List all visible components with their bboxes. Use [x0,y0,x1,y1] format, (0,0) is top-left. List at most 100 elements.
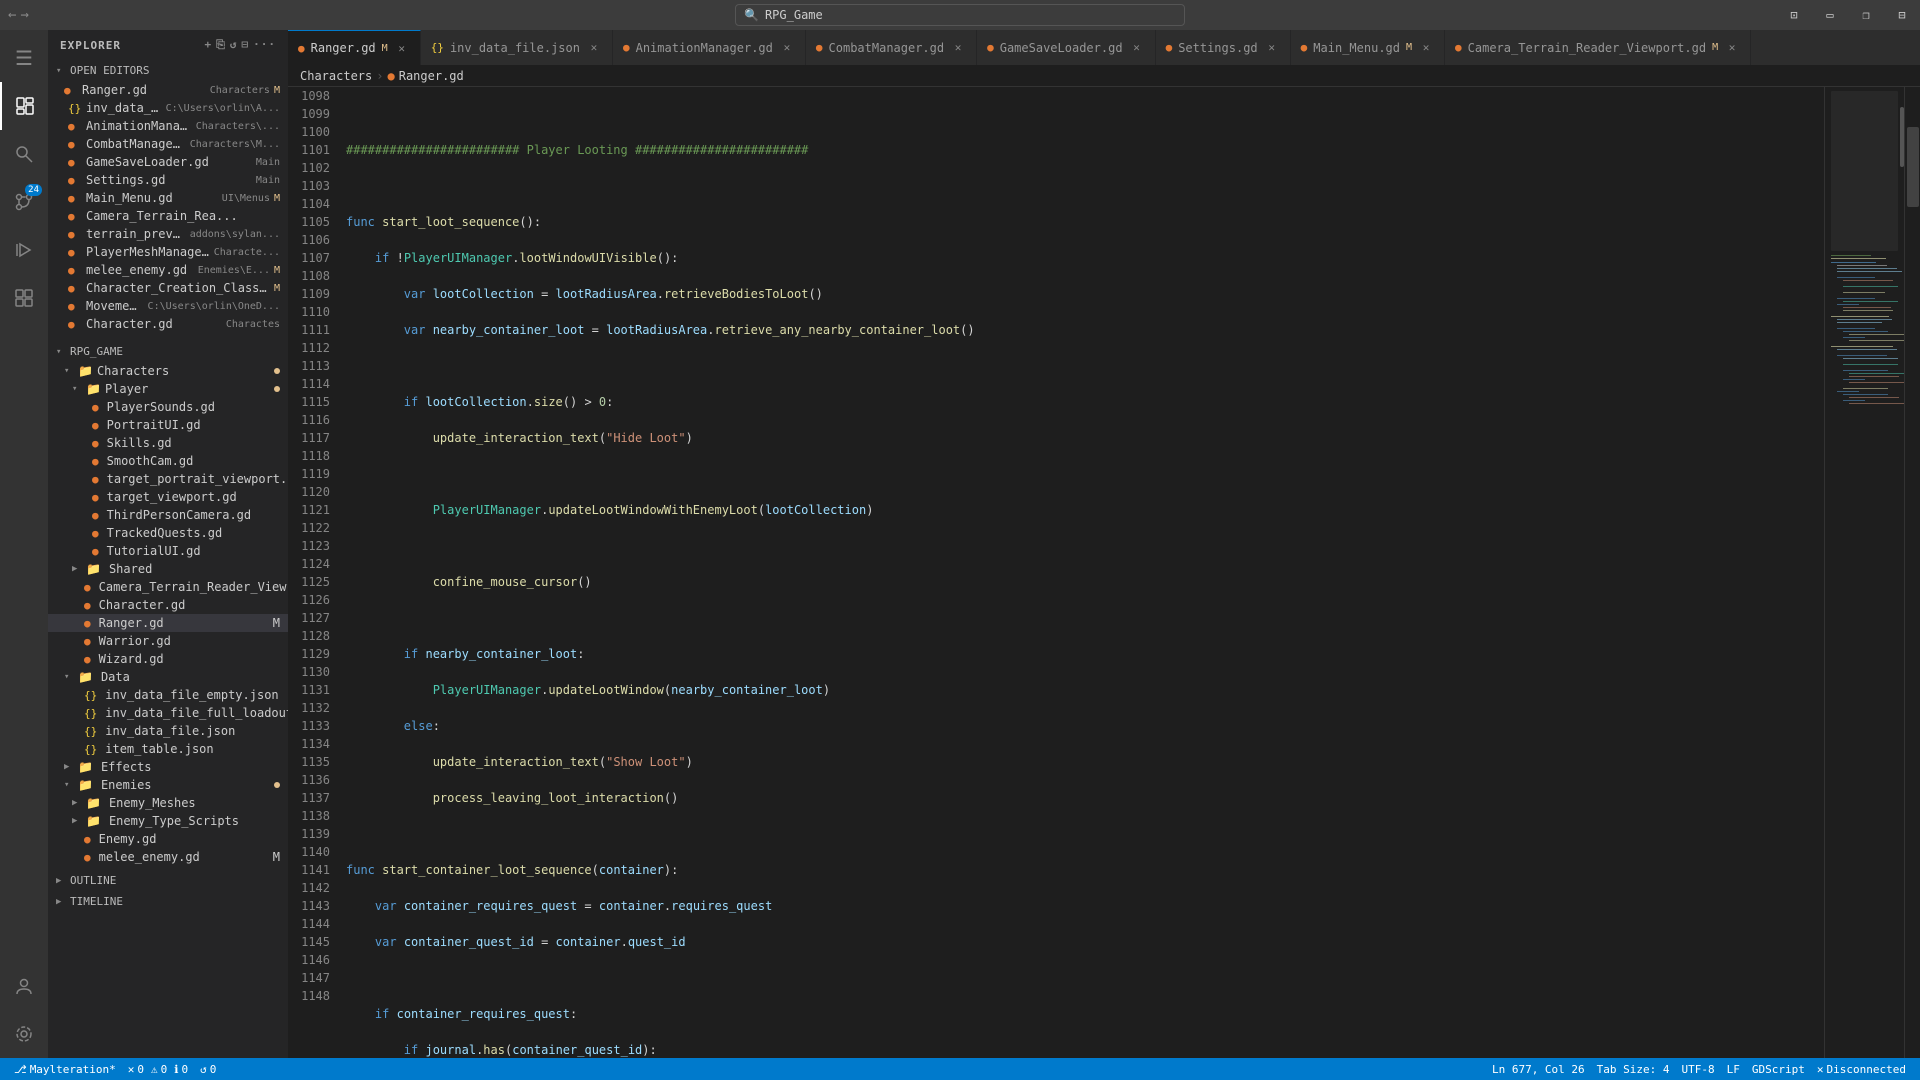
layout-icon[interactable]: ⊡ [1776,0,1812,30]
open-file-player-mesh[interactable]: ● PlayerMeshManager.gd Characte... [48,243,288,261]
timeline-section[interactable]: ▶ TIMELINE [48,891,288,912]
search-bar[interactable]: 🔍 RPG_Game [735,4,1185,26]
activity-source-control[interactable]: 24 [0,178,48,226]
new-file-icon[interactable]: + [204,38,212,52]
tree-playersounds[interactable]: ●PlayerSounds.gd [48,398,288,416]
status-errors[interactable]: ✕ 0 ⚠ 0 ℹ 0 [122,1063,194,1076]
tree-tracked[interactable]: ●TrackedQuests.gd [48,524,288,542]
tree-charactergd[interactable]: ●Character.gd [48,596,288,614]
status-sync[interactable]: ↺ 0 [194,1063,222,1076]
activity-search[interactable] [0,130,48,178]
status-branch[interactable]: ⎇ Maylteration* [8,1063,122,1076]
open-file-settings[interactable]: ● Settings.gd Main [48,171,288,189]
tab-settings[interactable]: ● Settings.gd ✕ [1156,30,1291,65]
tree-data[interactable]: ▾ 📁 Data [48,668,288,686]
open-file-movement[interactable]: ● Movement.gd C:\Users\orlin\OneD... [48,297,288,315]
tree-shared[interactable]: ▶ 📁 Shared [48,560,288,578]
open-file-melee[interactable]: ● melee_enemy.gd Enemies\E... M [48,261,288,279]
minimize-icon[interactable]: ▭ [1812,0,1848,30]
open-file-combat[interactable]: ● CombatManager.gd Characters\M... [48,135,288,153]
tree-inv-file[interactable]: {}inv_data_file.json [48,722,288,740]
tab-anim-close[interactable]: ✕ [779,40,795,56]
tab-inv-close[interactable]: ✕ [586,40,602,56]
tree-inv-empty[interactable]: {}inv_data_file_empty.json [48,686,288,704]
open-file-mainmenu[interactable]: ● Main_Menu.gd UI\Menus M [48,189,288,207]
tree-target-viewport[interactable]: ●target_viewport.gd [48,488,288,506]
nav-buttons[interactable]: ← → [8,7,29,23]
tree-effects[interactable]: ▶ 📁 Effects [48,758,288,776]
tree-enemies[interactable]: ▾ 📁 Enemies [48,776,288,794]
activity-menu[interactable]: ☰ [0,34,48,82]
tab-gamesave[interactable]: ● GameSaveLoader.gd ✕ [977,30,1155,65]
status-language[interactable]: GDScript [1746,1063,1811,1076]
open-file-character[interactable]: ● Character.gd Charactes [48,315,288,333]
tree-player[interactable]: ▾ 📁 Player [48,380,288,398]
activity-accounts[interactable] [0,962,48,1010]
tab-ranger-close[interactable]: ✕ [394,40,410,56]
tree-melee-enemy[interactable]: ●melee_enemy.gdM [48,848,288,866]
outline-section[interactable]: ▶ OUTLINE [48,870,288,891]
open-editors-section[interactable]: ▾ OPEN EDITORS [48,60,288,81]
open-file-save[interactable]: ● GameSaveLoader.gd Main [48,153,288,171]
code-content[interactable]: ######################## Player Looting … [338,87,1824,1058]
tree-smoothcam[interactable]: ●SmoothCam.gd [48,452,288,470]
open-file-char-creation[interactable]: ● Character_Creation_Class_S... M [48,279,288,297]
nav-forward-button[interactable]: → [20,7,28,23]
status-disconnected[interactable]: ✕ Disconnected [1811,1063,1912,1076]
new-folder-icon[interactable]: ⎘ [216,38,226,52]
open-file-terrain[interactable]: ● terrain_preview.gd addons\sylan... [48,225,288,243]
tree-enemygd[interactable]: ●Enemy.gd [48,830,288,848]
rpg-game-section[interactable]: ▾ RPG_GAME [48,341,288,362]
code-editor[interactable]: 1098 1099 1100 1101 1102 1103 1104 1105 … [288,87,1824,1058]
tab-mainmenu-close[interactable]: ✕ [1418,40,1434,56]
refresh-icon[interactable]: ↺ [230,38,238,52]
tree-characters[interactable]: ▾ 📁 Characters [48,362,288,380]
tab-mainmenu[interactable]: ● Main_Menu.gd M ✕ [1291,30,1445,65]
right-scrollbar[interactable] [1904,87,1920,1058]
open-file-anim[interactable]: ● AnimationManager.gd Characters\... [48,117,288,135]
tab-camera-close[interactable]: ✕ [1724,40,1740,56]
status-encoding[interactable]: UTF-8 [1676,1063,1721,1076]
tab-anim[interactable]: ● AnimationManager.gd ✕ [613,30,806,65]
tree-warrior[interactable]: ●Warrior.gd [48,632,288,650]
status-line-ending[interactable]: LF [1721,1063,1746,1076]
open-file-ranger[interactable]: ● Ranger.gd Characters M [48,81,288,99]
minimap-scroll-thumb[interactable] [1900,107,1904,167]
status-tab-size[interactable]: Tab Size: 4 [1591,1063,1676,1076]
activity-explorer[interactable] [0,82,48,130]
tree-enemy-meshes[interactable]: ▶ 📁 Enemy_Meshes [48,794,288,812]
tree-camera-reader[interactable]: ●Camera_Terrain_Reader_View...M [48,578,288,596]
open-file-camera[interactable]: ● Camera_Terrain_Rea... [48,207,288,225]
tab-combat[interactable]: ● CombatManager.gd ✕ [806,30,977,65]
tree-target-portrait[interactable]: ●target_portrait_viewport.gd [48,470,288,488]
window-controls[interactable]: ⊡ ▭ ❐ ⊟ [1776,0,1920,30]
more-options-icon[interactable]: ··· [253,38,276,52]
breadcrumb-part1[interactable]: Characters [300,69,372,83]
tree-thirdperson[interactable]: ●ThirdPersonCamera.gd [48,506,288,524]
activity-run[interactable] [0,226,48,274]
tree-wizard[interactable]: ●Wizard.gd [48,650,288,668]
tab-ranger[interactable]: ● Ranger.gd M ✕ [288,30,421,65]
tab-settings-close[interactable]: ✕ [1264,40,1280,56]
tree-portraitui[interactable]: ●PortraitUI.gd [48,416,288,434]
tree-skills[interactable]: ●Skills.gd [48,434,288,452]
tree-tutorialui[interactable]: ●TutorialUI.gd [48,542,288,560]
scroll-thumb[interactable] [1907,127,1919,207]
minimap-scrollbar[interactable] [1900,87,1904,1058]
collapse-all-icon[interactable]: ⊟ [242,38,250,52]
tree-inv-full[interactable]: {}inv_data_file_full_loadout.json [48,704,288,722]
open-file-inv[interactable]: {} inv_data_file.json C:\Users\orlin\A..… [48,99,288,117]
split-icon[interactable]: ⊟ [1884,0,1920,30]
tree-enemy-type-scripts[interactable]: ▶ 📁 Enemy_Type_Scripts [48,812,288,830]
nav-back-button[interactable]: ← [8,7,16,23]
activity-extensions[interactable] [0,274,48,322]
activity-settings[interactable] [0,1010,48,1058]
tree-item-table[interactable]: {}item_table.json [48,740,288,758]
tab-gamesave-close[interactable]: ✕ [1129,40,1145,56]
tab-inv[interactable]: {} inv_data_file.json ✕ [421,30,613,65]
maximize-icon[interactable]: ❐ [1848,0,1884,30]
status-position[interactable]: Ln 677, Col 26 [1486,1063,1591,1076]
tab-camera[interactable]: ● Camera_Terrain_Reader_Viewport.gd M ✕ [1445,30,1751,65]
tree-rangergd[interactable]: ●Ranger.gdM [48,614,288,632]
breadcrumb-part2[interactable]: Ranger.gd [399,69,464,83]
